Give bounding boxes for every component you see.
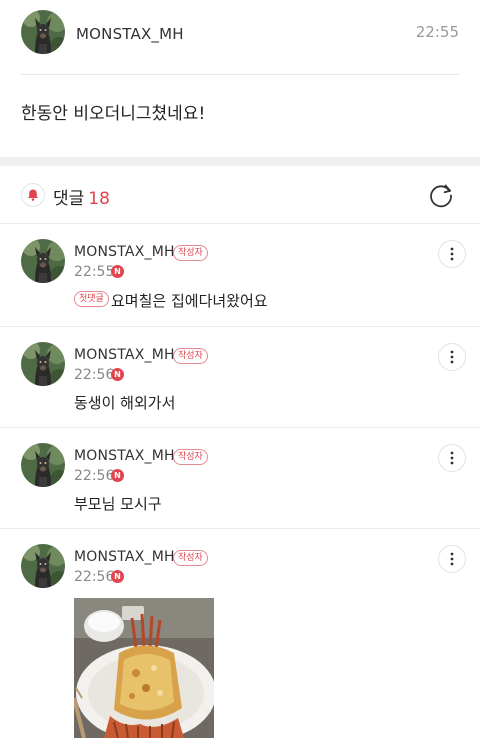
more-vertical-icon[interactable] bbox=[438, 444, 466, 472]
comment-item: MONSTAX_MH 작성자 22:56 N 부모님 모시구 bbox=[0, 428, 480, 529]
new-badge: N bbox=[111, 570, 124, 583]
writer-badge: 작성자 bbox=[173, 245, 208, 261]
comments-count: 18 bbox=[88, 189, 110, 209]
new-badge: N bbox=[111, 265, 124, 278]
writer-badge: 작성자 bbox=[173, 449, 208, 465]
post-author[interactable]: MONSTAX_MH bbox=[76, 25, 184, 43]
post-header: MONSTAX_MH 22:55 bbox=[0, 0, 480, 75]
comment-item: MONSTAX_MH 작성자 22:56 N bbox=[0, 529, 480, 754]
comment-text: 동생이 해외가서 bbox=[74, 394, 176, 412]
comment-time: 22:55 bbox=[74, 264, 115, 280]
comments-header: 댓글 18 bbox=[0, 166, 480, 224]
bell-icon[interactable] bbox=[21, 183, 45, 207]
avatar[interactable] bbox=[21, 443, 65, 487]
comment-time: 22:56 bbox=[74, 468, 115, 484]
refresh-icon[interactable] bbox=[426, 180, 456, 210]
avatar[interactable] bbox=[21, 239, 65, 283]
more-vertical-icon[interactable] bbox=[438, 545, 466, 573]
new-badge: N bbox=[111, 469, 124, 482]
comment-author[interactable]: MONSTAX_MH bbox=[74, 244, 175, 260]
writer-badge: 작성자 bbox=[173, 348, 208, 364]
section-separator bbox=[0, 157, 480, 166]
more-vertical-icon[interactable] bbox=[438, 343, 466, 371]
comment-time: 22:56 bbox=[74, 367, 115, 383]
comment-time: 22:56 bbox=[74, 569, 115, 585]
comment-item: MONSTAX_MH 작성자 22:56 N 동생이 해외가서 bbox=[0, 327, 480, 428]
comment-item: MONSTAX_MH 작성자 22:55 N 첫댓글 요며칠은 집에다녀왔어요 bbox=[0, 224, 480, 327]
divider bbox=[21, 74, 459, 75]
new-badge: N bbox=[111, 368, 124, 381]
more-vertical-icon[interactable] bbox=[438, 240, 466, 268]
avatar[interactable] bbox=[21, 342, 65, 386]
avatar[interactable] bbox=[21, 10, 65, 54]
first-comment-badge: 첫댓글 bbox=[74, 291, 109, 307]
post-body: 한동안 비오더니그쳤네요! bbox=[21, 104, 206, 124]
comment-text: 요며칠은 집에다녀왔어요 bbox=[111, 292, 268, 310]
comment-author[interactable]: MONSTAX_MH bbox=[74, 347, 175, 363]
post-time: 22:55 bbox=[415, 23, 459, 41]
comment-text: 부모님 모시구 bbox=[74, 495, 162, 513]
comments-title-label: 댓글 bbox=[53, 189, 85, 209]
comments-title: 댓글 18 bbox=[53, 184, 110, 209]
comment-image[interactable] bbox=[74, 598, 214, 738]
comment-author[interactable]: MONSTAX_MH bbox=[74, 448, 175, 464]
writer-badge: 작성자 bbox=[173, 550, 208, 566]
comment-author[interactable]: MONSTAX_MH bbox=[74, 549, 175, 565]
avatar[interactable] bbox=[21, 544, 65, 588]
